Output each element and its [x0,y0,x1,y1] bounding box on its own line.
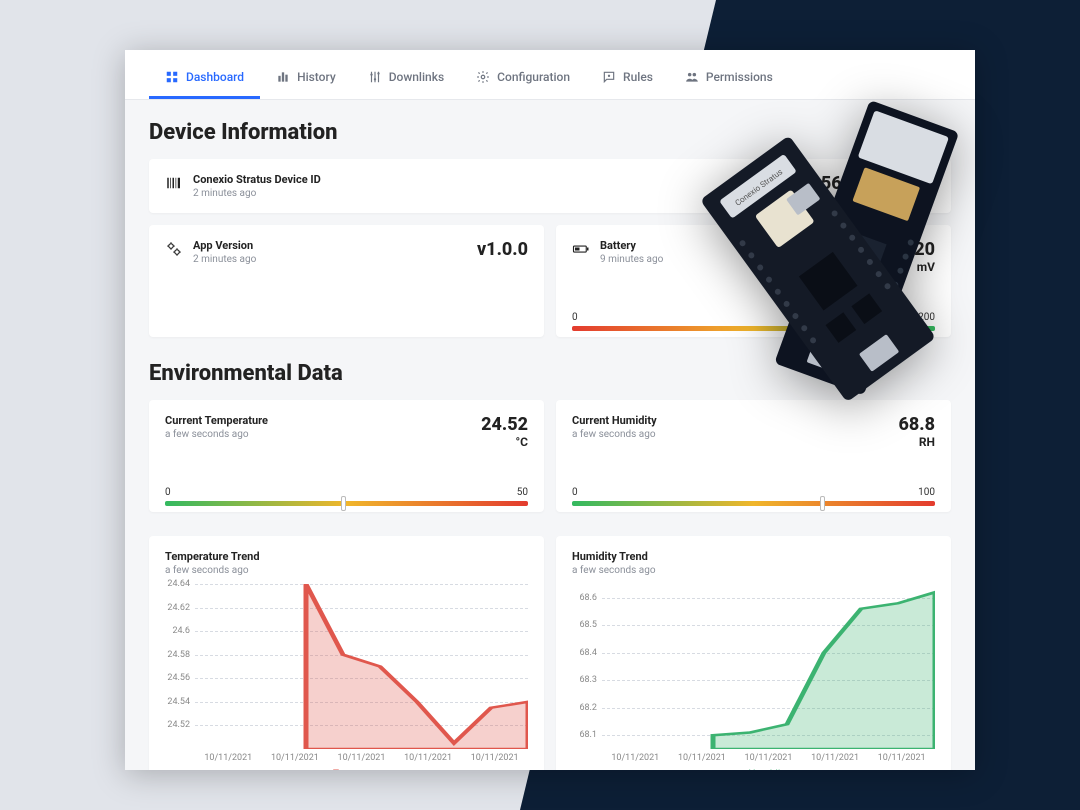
temp-ts: a few seconds ago [165,429,268,440]
tab-label: Dashboard [186,70,244,84]
temp-marker [341,496,346,511]
hum-unit: RH [899,435,935,449]
device-id-value: 352656103852334 [779,173,935,194]
tab-label: Configuration [497,70,570,84]
nav-tabs: Dashboard History Downlinks Configuratio… [125,50,975,100]
hum-trend-xaxis: 10/11/202110/11/202110/11/202110/11/2021… [602,753,935,763]
hum-value: 68.8 [899,414,935,435]
temp-max: 50 [517,487,528,498]
hum-min: 0 [572,487,578,498]
temp-min: 0 [165,487,171,498]
chat-gear-icon [602,70,616,84]
battery-min: 0 [572,312,578,323]
temp-unit: °C [481,435,528,449]
tab-rules[interactable]: Rules [586,56,669,99]
temp-trend-chart: 24.6424.6224.624.5824.5624.5424.52 [195,584,528,749]
hum-gauge [572,501,935,506]
temp-label: Current Temperature [165,414,268,427]
device-id-ts: 2 minutes ago [193,188,321,199]
hum-max: 100 [918,487,935,498]
hum-trend-label: Humidity Trend [572,550,935,563]
temp-gauge [165,501,528,506]
battery-marker [857,321,862,336]
tab-label: Rules [623,70,653,84]
dashboard-panel: Dashboard History Downlinks Configuratio… [125,50,975,770]
temp-trend-label: Temperature Trend [165,550,528,563]
grid-icon [165,70,179,84]
hum-label: Current Humidity [572,414,657,427]
app-version-value: v1.0.0 [477,239,528,260]
tab-history[interactable]: History [260,56,352,99]
hum-trend-ts: a few seconds ago [572,565,935,576]
card-battery: Battery 9 minutes ago 3,320 mV 0 4200 [556,225,951,337]
card-humidity: Current Humidity a few seconds ago 68.8 … [556,400,951,512]
sliders-icon [368,70,382,84]
device-id-label: Conexio Stratus Device ID [193,173,321,186]
section-title-device: Device Information [149,120,951,145]
hum-trend-chart: 68.668.568.468.368.268.1 [602,584,935,749]
temp-trend-legend: -○- Temperature [165,769,528,770]
tab-permissions[interactable]: Permissions [669,56,789,99]
battery-ts: 9 minutes ago [600,254,663,265]
battery-max: 4200 [913,312,935,323]
users-icon [685,70,699,84]
tab-label: Permissions [706,70,773,84]
tab-downlinks[interactable]: Downlinks [352,56,460,99]
card-app-version: App Version 2 minutes ago v1.0.0 [149,225,544,337]
temp-value: 24.52 [481,414,528,435]
hum-ts: a few seconds ago [572,429,657,440]
card-temp-trend: Temperature Trend a few seconds ago 24.6… [149,536,544,770]
card-temperature: Current Temperature a few seconds ago 24… [149,400,544,512]
content-area: Device Information Conexio Stratus Devic… [125,100,975,770]
bars-icon [276,70,290,84]
section-title-env: Environmental Data [149,361,951,386]
battery-value: 3,320 [889,239,935,260]
barcode-icon [165,174,183,192]
tab-dashboard[interactable]: Dashboard [149,56,260,99]
card-device-id: Conexio Stratus Device ID 2 minutes ago … [149,159,951,213]
gears-icon [165,240,183,258]
card-hum-trend: Humidity Trend a few seconds ago 68.668.… [556,536,951,770]
battery-gauge [572,326,935,331]
tab-label: Downlinks [389,70,444,84]
battery-unit: mV [889,260,935,274]
battery-label: Battery [600,239,663,252]
app-version-label: App Version [193,239,256,252]
gear-icon [476,70,490,84]
battery-icon [572,240,590,258]
tab-configuration[interactable]: Configuration [460,56,586,99]
hum-trend-legend: -○- Humidity [572,769,935,770]
temp-trend-xaxis: 10/11/202110/11/202110/11/202110/11/2021… [195,753,528,763]
tab-label: History [297,70,336,84]
temp-trend-ts: a few seconds ago [165,565,528,576]
app-version-ts: 2 minutes ago [193,254,256,265]
hum-marker [820,496,825,511]
